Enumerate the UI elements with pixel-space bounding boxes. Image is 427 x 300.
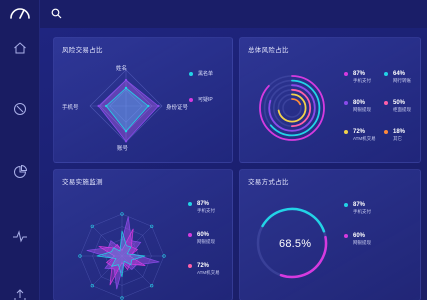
legend-item: 72% ATM机交易 [188, 263, 220, 276]
legend-value: 87% [353, 71, 366, 77]
method-panel: 交易方式占比 68.5% 87% 手机支付 60% 网银提现 [239, 169, 421, 300]
legend-value: 60% [353, 233, 366, 239]
radar-point [124, 140, 128, 143]
legend-item: 黑名单 [189, 70, 213, 77]
speedometer-icon[interactable] [9, 5, 31, 19]
radar-point [97, 104, 100, 108]
pulse-icon[interactable] [12, 228, 28, 244]
legend-swatch [344, 202, 348, 207]
legend-swatch [384, 129, 388, 134]
legend-swatch [344, 100, 348, 105]
axis-label-phone: 手机号 [62, 105, 79, 111]
search-icon[interactable] [51, 8, 62, 19]
upload-icon[interactable] [12, 288, 28, 300]
pie-chart-icon[interactable] [12, 164, 28, 180]
radar-point [124, 78, 128, 82]
home-icon[interactable] [12, 40, 28, 56]
legend-swatch [344, 129, 348, 134]
legend-label: 网银提现 [197, 239, 215, 244]
realtime-panel: 交易实施监测 87% 手机支付 60% 网银提现 72% ATM机交易 [53, 169, 233, 300]
legend-item: 可疑IP [189, 96, 213, 103]
legend-label: 黑名单 [198, 71, 214, 77]
legend-item: 50% 柜面提现 [384, 100, 411, 113]
axis-label-name: 姓名 [116, 66, 128, 72]
legend-label: 网银提现 [353, 240, 371, 245]
legend-label: 手机支付 [197, 208, 215, 213]
legend-label: 网行转账 [393, 78, 411, 83]
legend-item: 87% 手机支付 [344, 71, 371, 84]
legend-swatch [344, 233, 348, 238]
axis-label-id-number: 身份证号 [166, 105, 189, 111]
legend-swatch [344, 71, 348, 76]
legend-item: 72% ATM机交易 [344, 129, 376, 142]
radar-point [124, 130, 128, 133]
legend-swatch [384, 100, 388, 105]
legend-item: 80% 网银提现 [344, 100, 371, 113]
legend-item: 18% 其它 [384, 129, 405, 142]
sidebar [0, 0, 40, 300]
legend-label: ATM机交易 [353, 136, 376, 141]
overall-risk-panel: 总体风险占比 87% 手机支付 64% 网行转账 80% 网银提现 50% 柜面提现 72% AT… [239, 37, 421, 163]
legend-value: 50% [393, 100, 406, 106]
overall-risk-legend: 87% 手机支付 64% 网行转账 80% 网银提现 50% 柜面提现 72% ATM机交易 18%… [344, 71, 420, 151]
risk-types-panel: 风险交易占比 姓名 身份证号 账号 手机号 黑名单 可疑IP [53, 37, 233, 163]
legend-value: 87% [197, 201, 210, 207]
overall-risk-ring-chart [259, 75, 325, 141]
legend-value: 18% [393, 129, 406, 135]
radar-point [105, 104, 108, 108]
legend-swatch [384, 71, 388, 76]
legend-item: 60% 网银提现 [188, 232, 215, 245]
legend-swatch [188, 263, 192, 268]
legend-label: 手机支付 [353, 209, 371, 214]
compass-icon[interactable] [12, 101, 28, 117]
legend-value: 87% [353, 202, 366, 208]
legend-value: 72% [197, 263, 210, 269]
legend-item: 64% 网行转账 [384, 71, 411, 84]
realtime-radar-chart [78, 212, 166, 300]
radar-point [147, 104, 150, 108]
method-donut-chart [256, 207, 328, 279]
legend-label: 网银提现 [353, 107, 371, 112]
legend-value: 60% [197, 232, 210, 238]
axis-label-account: 账号 [117, 146, 129, 152]
legend-swatch [188, 232, 192, 237]
center-percentage: 68.5% [279, 238, 312, 250]
top-bar [40, 0, 427, 28]
legend-item: 60% 网银提现 [344, 233, 371, 246]
legend-label: 其它 [393, 136, 402, 141]
legend-label: 柜面提现 [393, 107, 411, 112]
legend-item: 87% 手机支付 [188, 201, 215, 214]
radar-point [157, 104, 160, 108]
legend-value: 72% [353, 129, 366, 135]
method-legend: 87% 手机支付 60% 网银提现 [344, 202, 420, 262]
legend-swatch [189, 97, 193, 102]
legend-value: 80% [353, 100, 366, 106]
radar-point [124, 86, 128, 90]
legend-label: 手机支付 [353, 78, 371, 83]
legend-value: 64% [393, 71, 406, 77]
legend-swatch [188, 201, 192, 206]
dashboard-main: 风险交易占比 姓名 身份证号 账号 手机号 黑名单 可疑IP 总体风险占比 87… [40, 28, 427, 300]
legend-swatch [189, 71, 193, 76]
legend-label: 可疑IP [198, 97, 213, 103]
legend-label: ATM机交易 [197, 270, 220, 275]
legend-item: 87% 手机支付 [344, 202, 371, 215]
realtime-legend: 87% 手机支付 60% 网银提现 72% ATM机交易 [188, 201, 232, 296]
